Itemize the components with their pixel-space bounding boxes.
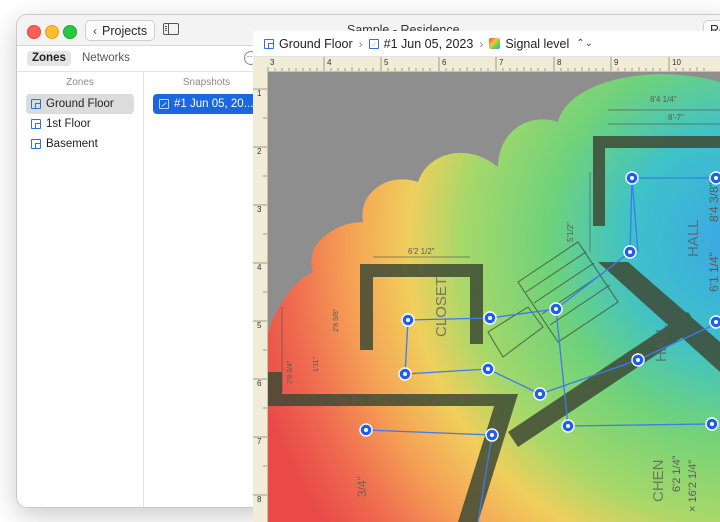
zone-item-1st-floor[interactable]: 1st Floor — [26, 114, 134, 134]
sidebar-icon[interactable] — [163, 23, 179, 35]
chevron-left-icon: ‹ — [93, 23, 97, 38]
plan-dimension: 8'4 3/8" — [707, 182, 720, 222]
plan-dimension: × 16'2 1/4" — [687, 460, 699, 512]
breadcrumb-snapshot-label: #1 Jun 05, 2023 — [383, 36, 474, 51]
visualization-label: Signal level — [505, 36, 570, 51]
horizontal-ruler: 3 4 5 6 7 8 9 10 — [253, 57, 720, 72]
ruler-label: 7 — [257, 437, 262, 446]
ruler-label: 1 — [257, 89, 262, 98]
breadcrumb-separator-icon: › — [479, 36, 484, 51]
signal-heatmap: CLOSET HALL HALL CHEN 8'4 1/4" 8'-7" 6'2… — [268, 72, 720, 522]
ruler-label: 6 — [257, 379, 262, 388]
back-button-label: Projects — [102, 23, 148, 38]
zones-column: Zones Ground Floor 1st Floor Basement — [17, 72, 144, 507]
zone-item-label: Ground Floor — [46, 98, 114, 110]
ruler-label: 4 — [257, 263, 262, 272]
breadcrumb-snapshot[interactable]: #1 Jun 05, 2023 — [368, 36, 474, 51]
plan-dimension: 6'2 1/2" — [408, 247, 435, 256]
up-down-chevron-icon: ⌃⌄ — [576, 38, 594, 49]
zone-item-label: Basement — [46, 138, 98, 150]
snapshot-icon — [368, 38, 379, 49]
heatmap-canvas[interactable]: CLOSET HALL HALL CHEN 8'4 1/4" 8'-7" 6'2… — [268, 72, 720, 522]
ruler-label: 2 — [257, 147, 262, 156]
plan-label-hall-2: HALL — [685, 219, 702, 257]
zones-column-header: Zones — [66, 77, 94, 88]
close-window-button[interactable] — [27, 25, 41, 39]
snapshot-item[interactable]: #1 Jun 05, 20... — [153, 94, 260, 114]
ruler-label: 9 — [614, 58, 619, 67]
snapshots-column-header: Snapshots — [182, 77, 231, 88]
plan-dimension: 8'-7" — [668, 113, 684, 122]
zone-item-basement[interactable]: Basement — [26, 134, 134, 154]
breadcrumb-floor-label: Ground Floor — [279, 36, 353, 51]
panel-tab-bar: Zones Networks ··· — [17, 46, 269, 72]
left-panel: Zones Networks ··· Zones Ground Floor 1s… — [17, 46, 270, 507]
back-to-projects-button[interactable]: ‹ Projects — [85, 20, 156, 41]
plan-dimension: 3/4" — [355, 476, 369, 497]
ruler-label: 3 — [270, 58, 275, 67]
floor-plan-icon — [31, 119, 41, 129]
breadcrumb-floor[interactable]: Ground Floor — [264, 37, 353, 51]
tab-zones[interactable]: Zones — [27, 51, 71, 66]
ruler-label: 5 — [257, 321, 262, 330]
floor-plan-icon — [264, 38, 274, 49]
plan-label-closet: CLOSET — [433, 277, 450, 337]
zone-item-label: 1st Floor — [46, 118, 91, 130]
snapshot-item-label: #1 Jun 05, 20... — [174, 98, 254, 110]
plan-label-hall-1: HALL — [653, 324, 670, 362]
ruler-label: 10 — [672, 58, 681, 67]
plan-dimension: 5'1/2" — [566, 222, 575, 242]
plan-label-kitchen: CHEN — [650, 459, 667, 502]
ruler-ticks — [267, 57, 705, 71]
ruler-label: 3 — [257, 205, 262, 214]
minimize-window-button[interactable] — [45, 25, 59, 39]
snapshot-icon — [159, 99, 169, 109]
ruler-label: 8 — [257, 495, 262, 504]
ruler-label: 6 — [442, 58, 447, 67]
plan-dimension: 2'8 5/8" — [333, 308, 340, 332]
floor-plan-icon — [31, 99, 41, 109]
map-breadcrumb: Ground Floor › #1 Jun 05, 2023 › Signal … — [253, 31, 720, 57]
zoom-window-button[interactable] — [63, 25, 77, 39]
ruler-label: 4 — [327, 58, 332, 67]
floor-plan-icon — [31, 139, 41, 149]
plan-dimension: 8'4 1/4" — [650, 95, 677, 104]
ruler-label: 5 — [384, 58, 389, 67]
plan-dimension: 6'2 1/4" — [671, 455, 683, 492]
plan-dimension: 6'1 1/4" — [707, 252, 720, 292]
vertical-ruler: 1 2 3 4 5 6 7 8 — [253, 71, 268, 522]
zone-item-ground-floor[interactable]: Ground Floor — [26, 94, 134, 114]
snapshots-column: Snapshots #1 Jun 05, 20... — [144, 72, 269, 507]
breadcrumb-separator-icon: › — [358, 36, 363, 51]
plan-dimension: 2'8 3/4" — [287, 360, 294, 384]
signal-level-icon — [489, 38, 501, 49]
plan-dimension: 1'11" — [313, 357, 320, 372]
tab-networks[interactable]: Networks — [77, 51, 135, 66]
ruler-label: 8 — [557, 58, 562, 67]
visualization-selector[interactable]: Signal level ⌃⌄ — [489, 37, 593, 51]
ruler-label: 7 — [499, 58, 504, 67]
